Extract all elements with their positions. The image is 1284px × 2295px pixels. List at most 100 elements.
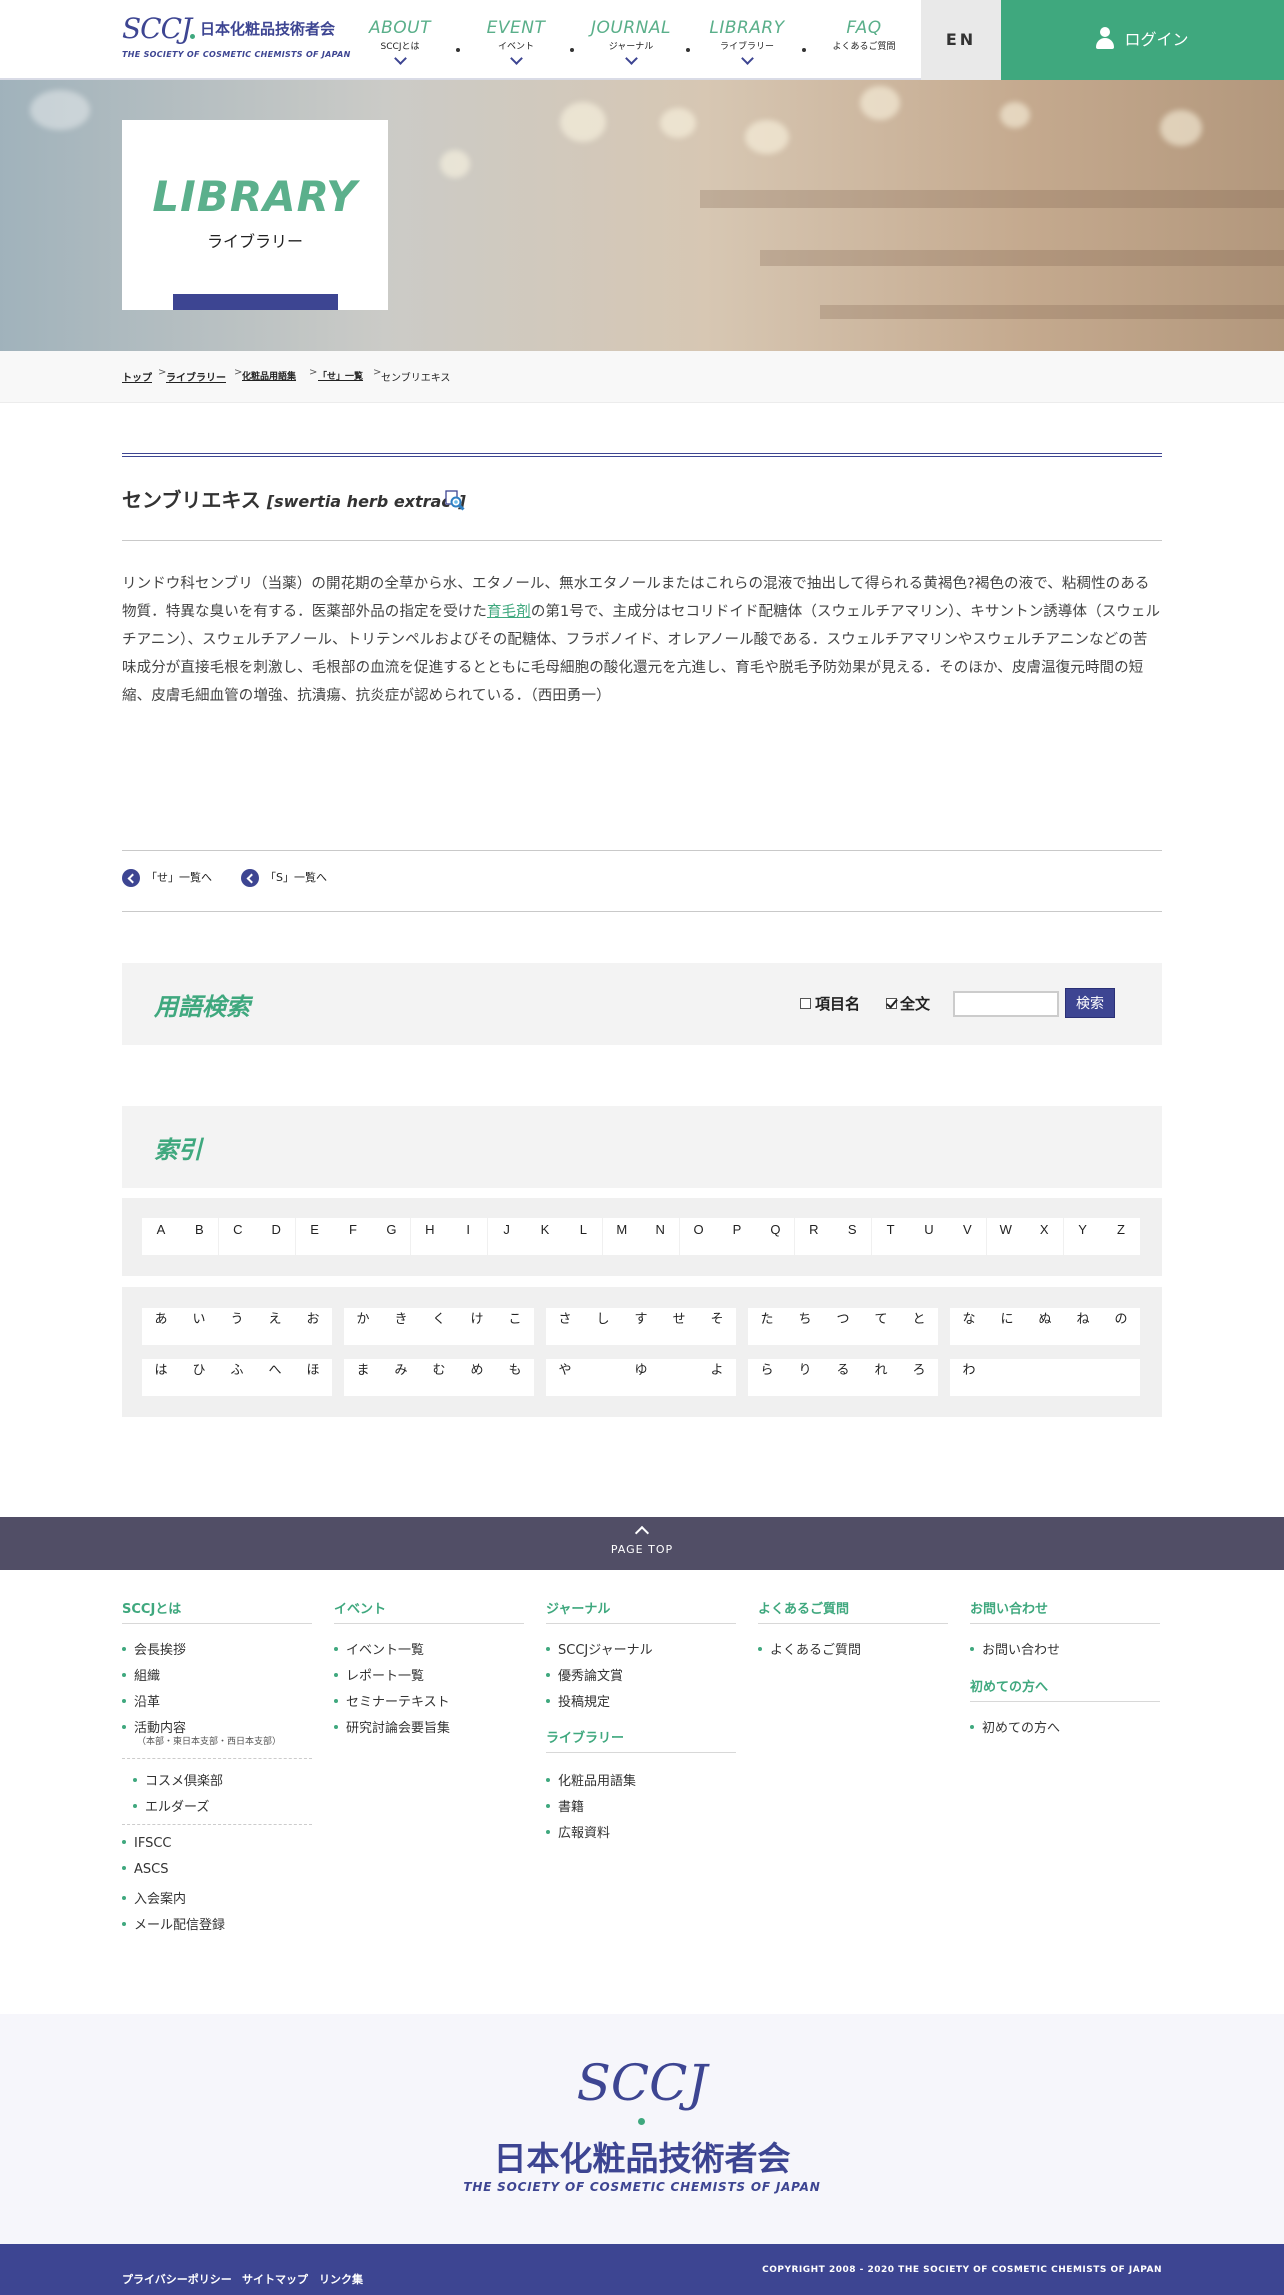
sitemap-event-heading[interactable]: イベント	[334, 1598, 524, 1624]
sitemap-link[interactable]: 広報資料	[546, 1822, 610, 1841]
index-key-kana[interactable]: て	[862, 1308, 900, 1345]
full-text-checkbox[interactable]	[886, 998, 897, 1009]
index-key-kana[interactable]: せ	[660, 1308, 698, 1345]
index-key-kana[interactable]: ろ	[900, 1359, 938, 1396]
index-key-kana[interactable]: ほ	[294, 1359, 332, 1396]
index-key-j[interactable]: J	[487, 1218, 526, 1255]
sitemap-link[interactable]: 入会案内	[122, 1888, 186, 1907]
index-key-kana[interactable]: や	[546, 1359, 584, 1396]
index-key-k[interactable]: K	[526, 1218, 564, 1255]
index-key-kana[interactable]: え	[256, 1308, 294, 1345]
item-name-checkbox[interactable]	[800, 998, 811, 1009]
index-key-v[interactable]: V	[948, 1218, 987, 1255]
sitemap-link[interactable]: 初めての方へ	[970, 1717, 1060, 1736]
index-key-kana[interactable]: う	[218, 1308, 256, 1345]
index-key-kana[interactable]: さ	[546, 1308, 584, 1345]
sitemap-about-heading[interactable]: SCCJとは	[122, 1598, 312, 1624]
sitemap-link[interactable]: イベント一覧	[334, 1639, 424, 1658]
index-key-kana[interactable]: ひ	[180, 1359, 218, 1396]
index-key-kana[interactable]: お	[294, 1308, 332, 1345]
index-key-kana[interactable]: ま	[344, 1359, 382, 1396]
index-key-kana[interactable]: こ	[496, 1308, 534, 1345]
zoom-icon[interactable]	[445, 490, 465, 512]
index-key-kana[interactable]: す	[622, 1308, 660, 1345]
sitemap-link[interactable]: 組織	[122, 1665, 160, 1684]
index-key-kana[interactable]: り	[786, 1359, 824, 1396]
index-key-kana[interactable]: ぬ	[1026, 1308, 1064, 1345]
index-key-m[interactable]: M	[602, 1218, 641, 1255]
index-key-y[interactable]: Y	[1063, 1218, 1102, 1255]
index-key-a[interactable]: A	[142, 1218, 180, 1255]
breadcrumb-library[interactable]: ライブラリー	[166, 369, 226, 384]
sitemap-link[interactable]: お問い合わせ	[970, 1639, 1060, 1658]
sitemap-link[interactable]: 沿革	[122, 1691, 160, 1710]
links-page-link[interactable]: リンク集	[319, 2271, 363, 2287]
index-key-kana[interactable]: ふ	[218, 1359, 256, 1396]
index-key-kana[interactable]: そ	[698, 1308, 736, 1345]
sitemap-link[interactable]: IFSCC	[122, 1836, 172, 1851]
page-top-button[interactable]: PAGE TOP	[0, 1517, 1284, 1570]
index-key-kana[interactable]: ち	[786, 1308, 824, 1345]
sitemap-link[interactable]: セミナーテキスト	[334, 1691, 450, 1710]
sitemap-link[interactable]: レポート一覧	[334, 1665, 424, 1684]
index-key-kana[interactable]: も	[496, 1359, 534, 1396]
index-key-f[interactable]: F	[334, 1218, 372, 1255]
sitemap-library-heading[interactable]: ライブラリー	[546, 1727, 736, 1753]
sitemap-contact-heading[interactable]: お問い合わせ	[970, 1598, 1160, 1624]
index-key-n[interactable]: N	[641, 1218, 680, 1255]
sitemap-link[interactable]: 研究討論会要旨集	[334, 1717, 450, 1736]
index-key-kana[interactable]: け	[458, 1308, 496, 1345]
index-key-kana[interactable]: な	[950, 1308, 988, 1345]
sitemap-link[interactable]: よくあるご質問	[758, 1639, 861, 1658]
index-key-r[interactable]: R	[794, 1218, 833, 1255]
nav-faq[interactable]: FAQ よくあるご質問	[818, 18, 910, 80]
index-key-h[interactable]: H	[410, 1218, 449, 1255]
breadcrumb-se-list[interactable]: 「せ」一覧	[318, 369, 363, 382]
search-input[interactable]	[953, 991, 1059, 1017]
breadcrumb-glossary[interactable]: 化粧品用語集	[242, 369, 296, 382]
index-key-kana[interactable]: わ	[950, 1359, 988, 1396]
breadcrumb-top[interactable]: トップ	[122, 369, 152, 384]
back-to-s-list[interactable]: 「S」一覧へ	[241, 869, 327, 889]
hair-tonic-link[interactable]: 育毛剤	[487, 604, 531, 620]
index-key-kana[interactable]: き	[382, 1308, 420, 1345]
nav-about[interactable]: ABOUT SCCJとは	[362, 18, 438, 80]
index-key-p[interactable]: P	[718, 1218, 756, 1255]
index-key-kana[interactable]: る	[824, 1359, 862, 1396]
sitemap-link[interactable]: エルダーズ	[133, 1796, 209, 1815]
index-key-kana[interactable]: み	[382, 1359, 420, 1396]
index-key-kana[interactable]: よ	[698, 1359, 736, 1396]
sitemap-link-footer[interactable]: サイトマップ	[242, 2271, 308, 2287]
language-toggle[interactable]: EN	[921, 0, 1001, 80]
nav-library[interactable]: LIBRARY ライブラリー	[702, 18, 792, 80]
sitemap-link[interactable]: SCCJジャーナル	[546, 1639, 653, 1658]
privacy-policy-link[interactable]: プライバシーポリシー	[122, 2271, 232, 2287]
sitemap-faq-heading[interactable]: よくあるご質問	[758, 1598, 948, 1624]
sitemap-first-heading[interactable]: 初めての方へ	[970, 1676, 1160, 1702]
index-key-o[interactable]: O	[679, 1218, 718, 1255]
index-key-t[interactable]: T	[871, 1218, 910, 1255]
index-key-kana[interactable]: ね	[1064, 1308, 1102, 1345]
login-button[interactable]: ログイン	[1001, 0, 1284, 80]
sitemap-link[interactable]: 書籍	[546, 1796, 584, 1815]
sitemap-journal-heading[interactable]: ジャーナル	[546, 1598, 736, 1624]
sitemap-link[interactable]: ASCS	[122, 1862, 168, 1877]
index-key-kana[interactable]: し	[584, 1308, 622, 1345]
index-key-kana[interactable]: と	[900, 1308, 938, 1345]
index-key-l[interactable]: L	[564, 1218, 603, 1255]
index-key-e[interactable]: E	[295, 1218, 334, 1255]
site-logo[interactable]: SCCJ 日本化粧品技術者会 THE SOCIETY OF COSMETIC C…	[122, 12, 352, 64]
index-key-kana[interactable]: れ	[862, 1359, 900, 1396]
index-key-d[interactable]: D	[257, 1218, 296, 1255]
index-key-kana[interactable]: く	[420, 1308, 458, 1345]
sitemap-link[interactable]: コスメ倶楽部	[133, 1770, 223, 1789]
index-key-kana[interactable]: あ	[142, 1308, 180, 1345]
sitemap-link[interactable]: 優秀論文賞	[546, 1665, 623, 1684]
index-key-z[interactable]: Z	[1102, 1218, 1140, 1255]
index-key-b[interactable]: B	[180, 1218, 219, 1255]
index-key-g[interactable]: G	[372, 1218, 411, 1255]
index-key-kana[interactable]: の	[1102, 1308, 1140, 1345]
index-key-kana[interactable]: た	[748, 1308, 786, 1345]
index-key-kana[interactable]: む	[420, 1359, 458, 1396]
index-key-c[interactable]: C	[218, 1218, 257, 1255]
